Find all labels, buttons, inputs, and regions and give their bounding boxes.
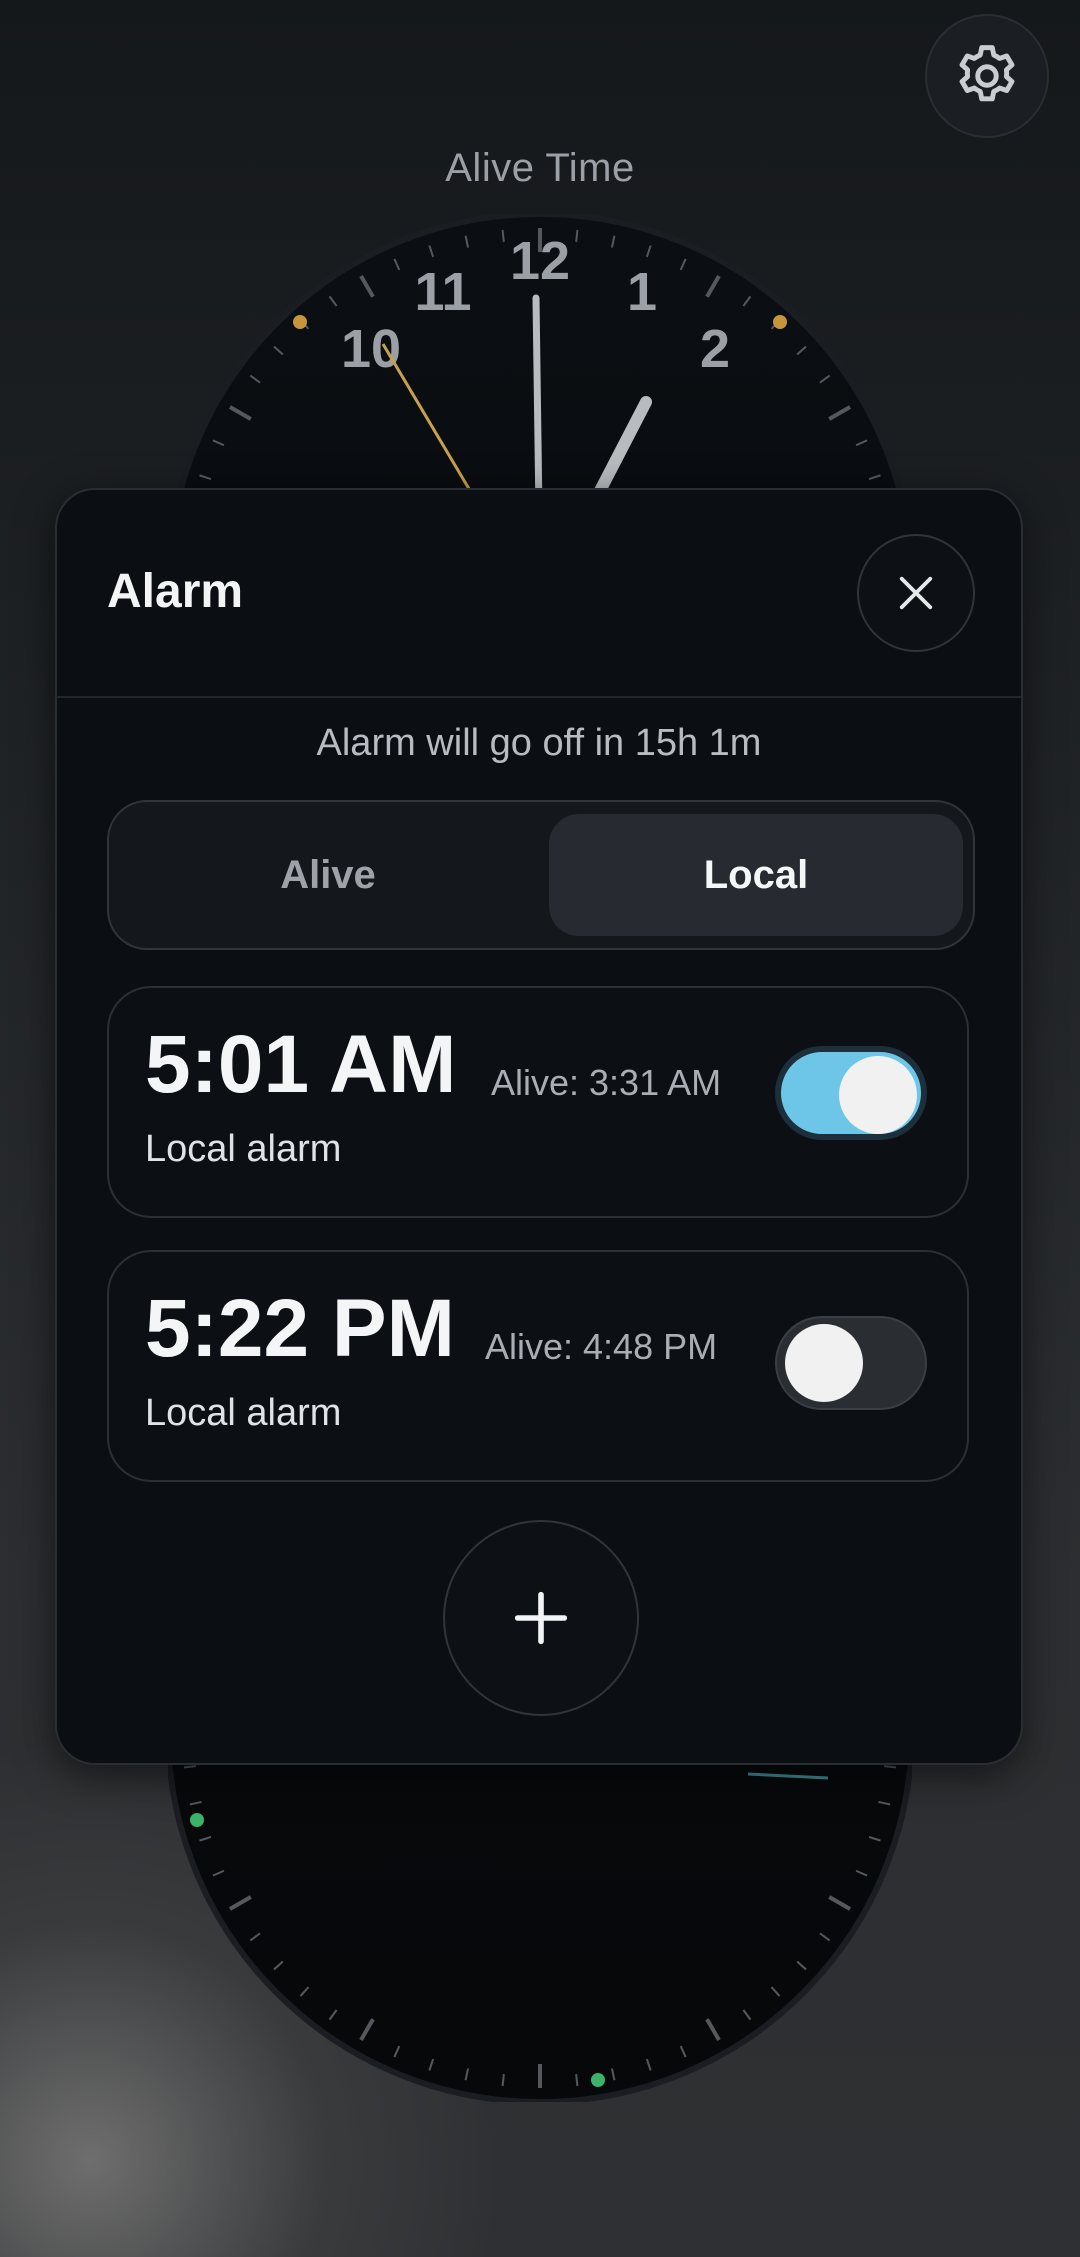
plus-icon [514,1591,568,1645]
clock-numeral: 11 [414,262,471,322]
alarm-alive-time: Alive: 4:48 PM [485,1326,718,1367]
clock-numeral: 12 [510,231,570,291]
settings-button[interactable] [925,14,1049,138]
panel-header: Alarm [57,490,1021,698]
add-alarm-button[interactable] [443,1520,639,1716]
alarm-alive-time: Alive: 3:31 AM [491,1062,722,1103]
app-title: Alive Time [445,146,635,190]
clock-numeral: 1 [627,262,657,322]
close-icon [899,576,933,610]
alarm-label: Local alarm [145,1392,342,1434]
tab-local[interactable]: Local [549,814,963,936]
alarm-toggle-on[interactable] [775,1046,927,1140]
toggle-knob [785,1324,863,1402]
alarm-countdown: Alarm will go off in 15h 1m [316,722,762,764]
marker-dot [293,315,307,329]
alarm-item[interactable]: 5:22 PM Alive: 4:48 PM Local alarm [107,1250,969,1482]
clock-tick [575,229,579,242]
clock-tick [884,1765,897,1769]
marker-dot [190,1813,204,1827]
mode-switch: Alive Local [107,800,975,950]
clock-numeral: 2 [700,319,730,379]
alarm-time: 5:01 AM [145,1019,457,1110]
marker-dot [773,315,787,329]
clock-tick [501,229,505,242]
gear-icon [959,45,1015,102]
alarm-time: 5:22 PM [145,1283,455,1374]
clock-numeral: 10 [341,319,401,379]
clock-tick [183,1765,196,1769]
marker-dot [591,2073,605,2087]
alarm-panel: Alarm Alarm will go off in 15h 1m Alive … [55,488,1023,1765]
clock-tick [501,2074,505,2087]
minute-hand [532,294,543,518]
alarm-toggle-off[interactable] [775,1316,927,1410]
panel-title: Alarm [107,565,244,618]
tab-alive[interactable]: Alive [121,814,535,936]
clock-tick [575,2074,579,2087]
alarm-item[interactable]: 5:01 AM Alive: 3:31 AM Local alarm [107,986,969,1218]
alarm-label: Local alarm [145,1128,342,1170]
close-button[interactable] [857,534,975,652]
toggle-knob [839,1056,917,1134]
